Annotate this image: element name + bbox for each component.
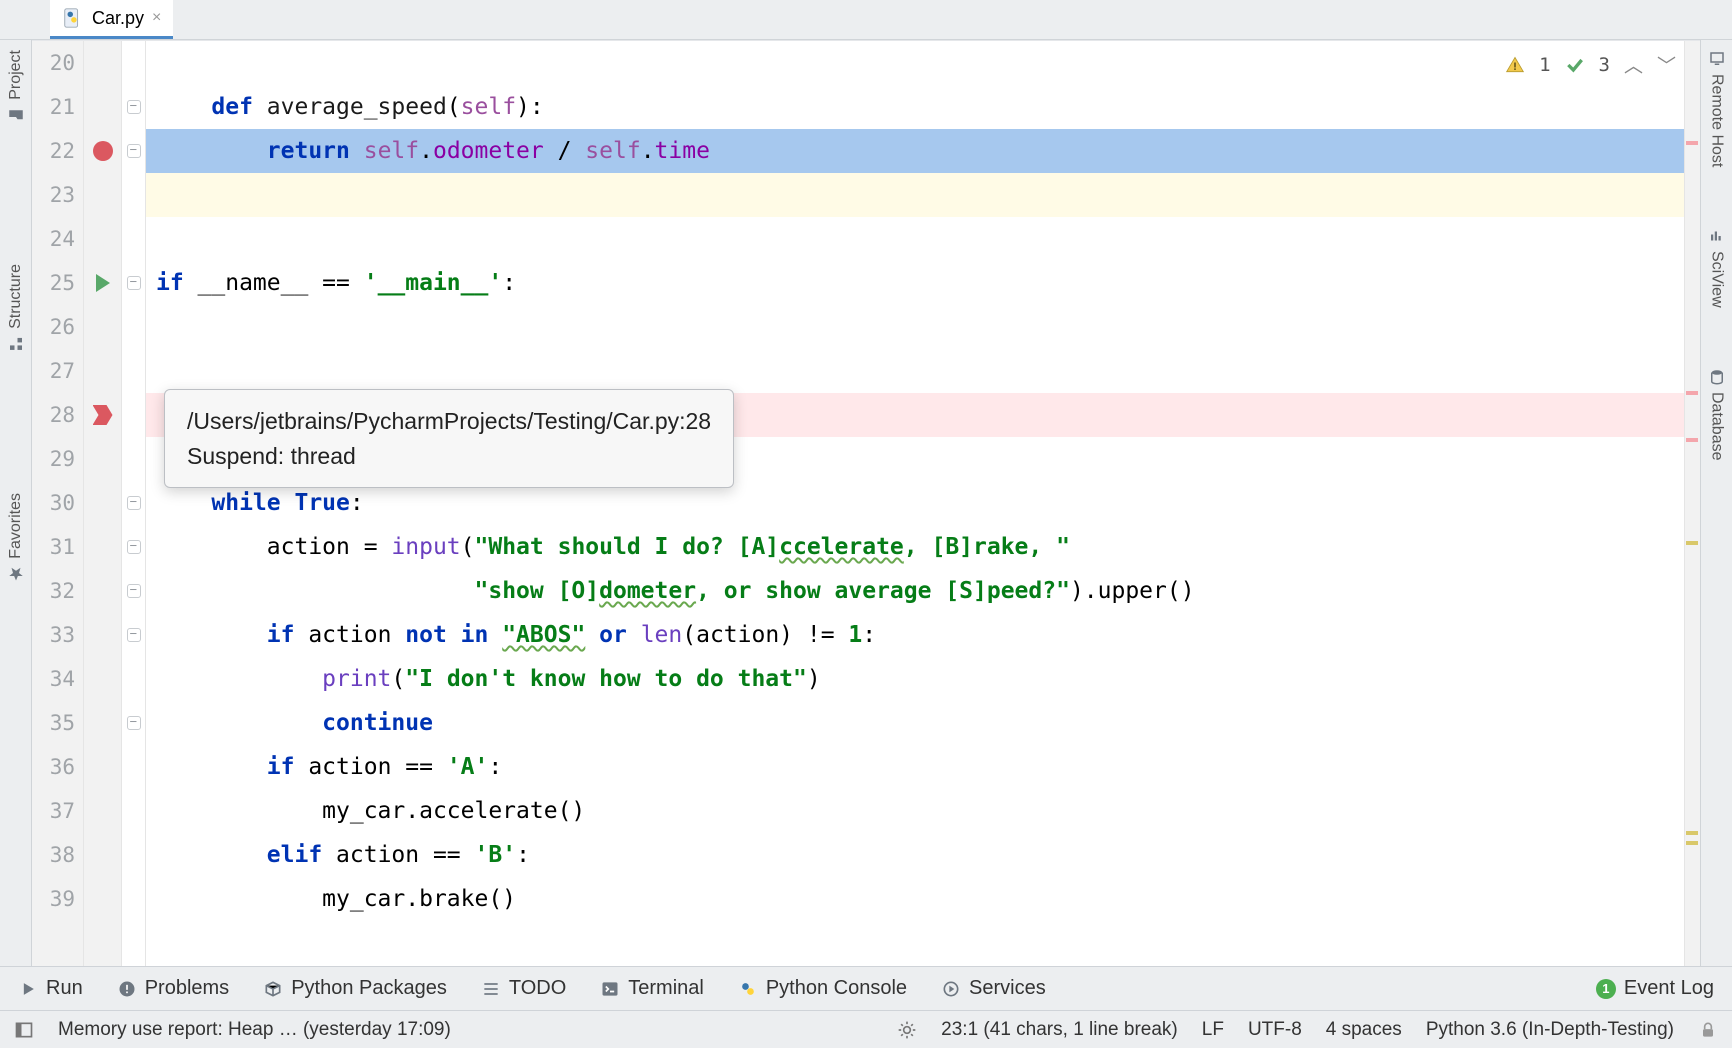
tool-window-icon[interactable] [14, 1020, 34, 1040]
code-line[interactable]: if action == 'A': [146, 745, 1700, 789]
fold-icon[interactable] [127, 496, 141, 510]
gear-icon[interactable] [897, 1020, 917, 1040]
tool-tab-python-packages[interactable]: Python Packages [263, 977, 447, 1000]
stripe-marker[interactable] [1686, 141, 1698, 145]
fold-icon[interactable] [127, 716, 141, 730]
status-encoding[interactable]: UTF-8 [1248, 1019, 1302, 1041]
event-log-badge: 1 [1596, 979, 1616, 999]
chevron-up-icon[interactable]: ︿ [1624, 51, 1643, 78]
code-line[interactable]: def average_speed(self): [146, 85, 1700, 129]
tool-tab-terminal[interactable]: Terminal [600, 977, 704, 1000]
code-line[interactable]: print("I don't know how to do that") [146, 657, 1700, 701]
code-line[interactable]: my_car.brake() [146, 877, 1700, 921]
close-icon[interactable]: × [152, 9, 161, 27]
editor-tabs: Car.py × [0, 0, 1732, 40]
fold-icon[interactable] [127, 144, 141, 158]
error-stripe[interactable] [1684, 41, 1700, 966]
tooltip-path: /Users/jetbrains/PycharmProjects/Testing… [187, 404, 711, 439]
terminal-icon [600, 979, 620, 999]
rail-item-project[interactable]: Project [7, 50, 25, 124]
code-line[interactable] [146, 41, 1700, 85]
status-caret-pos[interactable]: 23:1 (41 chars, 1 line break) [941, 1019, 1178, 1041]
fold-icon[interactable] [127, 584, 141, 598]
status-indent[interactable]: 4 spaces [1326, 1019, 1402, 1041]
code-line[interactable] [146, 173, 1700, 217]
right-tool-rail: Remote Host SciView Database [1700, 40, 1732, 966]
warning-count: 1 [1539, 54, 1550, 76]
tool-tab-event-log[interactable]: 1Event Log [1596, 977, 1714, 1000]
project-icon [7, 106, 25, 124]
fold-icon[interactable] [127, 100, 141, 114]
tool-tab-todo[interactable]: TODO [481, 977, 566, 1000]
left-tool-rail: Project Structure Favorites [0, 40, 32, 966]
stripe-marker[interactable] [1686, 391, 1698, 395]
stripe-marker[interactable] [1686, 438, 1698, 442]
favorites-icon [7, 565, 25, 583]
fold-gutter[interactable] [122, 41, 146, 966]
status-interpreter[interactable]: Python 3.6 (In-Depth-Testing) [1426, 1019, 1674, 1041]
rail-item-structure[interactable]: Structure [7, 264, 25, 353]
code-line[interactable]: continue [146, 701, 1700, 745]
code-line[interactable] [146, 305, 1700, 349]
fold-icon[interactable] [127, 540, 141, 554]
code-line[interactable] [146, 217, 1700, 261]
run-gutter-icon[interactable] [96, 274, 110, 292]
play-icon [18, 979, 38, 999]
line-number-gutter: 2021222324252627282930313233343536373839 [32, 41, 84, 966]
status-line-sep[interactable]: LF [1202, 1019, 1224, 1041]
lock-icon[interactable] [1698, 1020, 1718, 1040]
code-line[interactable]: my_car.accelerate() [146, 789, 1700, 833]
tool-tab-services[interactable]: Services [941, 977, 1046, 1000]
python-icon [738, 979, 758, 999]
warn-circle-icon [117, 979, 137, 999]
breakpoint-gutter[interactable] [84, 41, 122, 966]
rail-item-remote-host[interactable]: Remote Host [1708, 50, 1726, 167]
tool-tab-problems[interactable]: Problems [117, 977, 229, 1000]
database-icon [1708, 368, 1726, 386]
rail-item-favorites[interactable]: Favorites [7, 493, 25, 583]
services-icon [941, 979, 961, 999]
breakpoint-tooltip: /Users/jetbrains/PycharmProjects/Testing… [164, 389, 734, 488]
structure-icon [7, 335, 25, 353]
chevron-down-icon[interactable]: ﹀ [1657, 51, 1676, 78]
tooltip-detail: Suspend: thread [187, 439, 711, 474]
rail-item-sciview[interactable]: SciView [1708, 227, 1726, 308]
status-memory[interactable]: Memory use report: Heap … (yesterday 17:… [58, 1019, 451, 1041]
code-line[interactable]: "show [O]dometer, or show average [S]pee… [146, 569, 1700, 613]
rail-item-database[interactable]: Database [1708, 368, 1726, 461]
code-line[interactable]: elif action == 'B': [146, 833, 1700, 877]
remote-icon [1708, 50, 1726, 68]
breakpoint-suspend-icon[interactable] [93, 405, 113, 425]
weak-warning-icon [1565, 55, 1585, 75]
stripe-marker[interactable] [1686, 831, 1698, 835]
inspection-widget[interactable]: 1 3 ︿ ﹀ [1505, 51, 1676, 78]
packages-icon [263, 979, 283, 999]
code-editor[interactable]: 2021222324252627282930313233343536373839… [32, 40, 1700, 966]
fold-icon[interactable] [127, 276, 141, 290]
status-bar: Memory use report: Heap … (yesterday 17:… [0, 1010, 1732, 1048]
sciview-icon [1708, 227, 1726, 245]
weak-warning-count: 3 [1599, 54, 1610, 76]
file-tab-label: Car.py [92, 8, 144, 29]
code-line[interactable]: if __name__ == '__main__': [146, 261, 1700, 305]
code-line[interactable]: return self.odometer / self.time [146, 129, 1700, 173]
file-tab[interactable]: Car.py × [50, 0, 173, 39]
breakpoint-icon[interactable] [93, 141, 113, 161]
code-line[interactable] [146, 349, 1700, 393]
todo-icon [481, 979, 501, 999]
stripe-marker[interactable] [1686, 841, 1698, 845]
fold-icon[interactable] [127, 628, 141, 642]
python-file-icon [62, 7, 84, 29]
tool-tab-run[interactable]: Run [18, 977, 83, 1000]
tool-tab-python-console[interactable]: Python Console [738, 977, 907, 1000]
code-line[interactable]: if action not in "ABOS" or len(action) !… [146, 613, 1700, 657]
warning-icon [1505, 55, 1525, 75]
code-line[interactable]: action = input("What should I do? [A]cce… [146, 525, 1700, 569]
bottom-tool-tabs: Run Problems Python Packages TODO Terminal Py… [0, 966, 1732, 1010]
stripe-marker[interactable] [1686, 541, 1698, 545]
code-area[interactable]: 1 3 ︿ ﹀ def average_speed(self): [146, 41, 1700, 966]
